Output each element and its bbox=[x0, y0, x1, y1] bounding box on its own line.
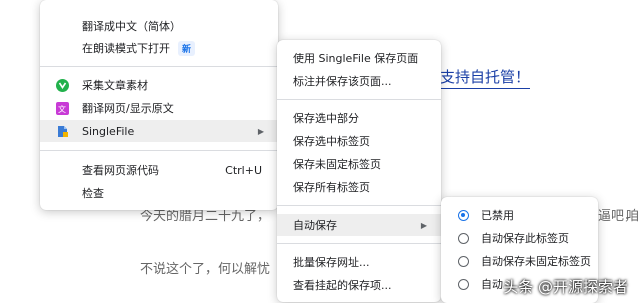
menu-item-save-selection[interactable]: 保存选中部分 bbox=[277, 107, 441, 129]
menu-item-save-unpinned-tabs[interactable]: 保存未固定标签页 bbox=[277, 153, 441, 175]
article-text-fragment: 咱 bbox=[626, 209, 640, 224]
menu-item-label: 采集文章素材 bbox=[82, 79, 148, 92]
menu-item-label: 保存未固定标签页 bbox=[293, 158, 381, 171]
menu-item-translate-page[interactable]: 文 翻译网页/显示原文 bbox=[40, 97, 278, 119]
menu-item-label: 查看网页源代码 bbox=[82, 164, 159, 177]
menu-separator bbox=[40, 66, 278, 67]
menu-item-auto-save[interactable]: 自动保存 ▶ bbox=[277, 214, 441, 236]
menu-item-annotate-save[interactable]: 标注并保存该页面... bbox=[277, 70, 441, 92]
menu-item-label: 自动保存 bbox=[293, 219, 337, 232]
menu-item-batch-save-urls[interactable]: 批量保存网址... bbox=[277, 251, 441, 273]
radio-button[interactable] bbox=[458, 255, 469, 267]
article-collector-icon bbox=[56, 78, 69, 92]
menu-item-label: 翻译网页/显示原文 bbox=[82, 102, 174, 115]
menu-item-translate-to-chinese[interactable]: 翻译成中文（简体） bbox=[40, 15, 278, 37]
menu-item-label: 检查 bbox=[82, 187, 104, 200]
menu-item-singlefile[interactable]: SingleFile ▶ bbox=[40, 120, 278, 142]
menu-item-save-selected-tabs[interactable]: 保存选中标签页 bbox=[277, 130, 441, 152]
radio-option-label: 自动 bbox=[481, 278, 503, 291]
radio-option-label: 已禁用 bbox=[481, 209, 514, 222]
radio-option-label: 自动保存此标签页 bbox=[481, 232, 569, 245]
menu-item-view-source[interactable]: 查看网页源代码 Ctrl+U bbox=[40, 159, 278, 181]
context-menu: 翻译成中文（简体） 在朗读模式下打开 新 采集文章素材 文 翻译网页/显示原文 … bbox=[40, 0, 278, 210]
menu-item-open-reading-mode[interactable]: 在朗读模式下打开 新 bbox=[40, 37, 278, 59]
menu-item-save-page[interactable]: 使用 SingleFile 保存页面 bbox=[277, 47, 441, 69]
menu-item-label: 保存选中部分 bbox=[293, 112, 359, 125]
shortcut-label: Ctrl+U bbox=[225, 163, 262, 177]
menu-separator bbox=[277, 243, 441, 244]
watermark: 头条 @开源探索者 bbox=[503, 278, 628, 296]
menu-item-label: SingleFile bbox=[82, 124, 135, 138]
menu-item-label: 标注并保存该页面... bbox=[293, 75, 392, 88]
menu-item-pending-saves[interactable]: 查看挂起的保存项... bbox=[277, 274, 441, 296]
radio-button[interactable] bbox=[458, 278, 469, 290]
radio-option-disabled[interactable]: 已禁用 bbox=[441, 204, 598, 226]
radio-option-label: 自动保存未固定标签页 bbox=[481, 255, 591, 268]
menu-item-label: 保存选中标签页 bbox=[293, 135, 370, 148]
radio-button[interactable] bbox=[458, 232, 469, 244]
svg-text:文: 文 bbox=[58, 104, 66, 114]
submenu-arrow-icon: ▶ bbox=[257, 126, 264, 136]
menu-separator bbox=[40, 150, 278, 151]
menu-item-inspect[interactable]: 检查 bbox=[40, 182, 278, 204]
menu-item-save-all-tabs[interactable]: 保存所有标签页 bbox=[277, 176, 441, 198]
radio-button[interactable] bbox=[458, 209, 469, 221]
new-badge: 新 bbox=[178, 40, 196, 56]
menu-item-label: 查看挂起的保存项... bbox=[293, 279, 392, 292]
article-text-line: 不说这个了，何以解忧 bbox=[140, 262, 271, 277]
radio-option-auto-save-unpinned[interactable]: 自动保存未固定标签页 bbox=[441, 250, 598, 272]
menu-item-label: 保存所有标签页 bbox=[293, 181, 370, 194]
singlefile-submenu: 使用 SingleFile 保存页面 标注并保存该页面... 保存选中部分 保存… bbox=[277, 40, 441, 302]
radio-option-auto-save-tab[interactable]: 自动保存此标签页 bbox=[441, 227, 598, 249]
article-link[interactable]: 支持自托管！ bbox=[440, 66, 531, 89]
menu-separator bbox=[277, 99, 441, 100]
submenu-arrow-icon: ▶ bbox=[420, 220, 427, 230]
menu-separator bbox=[277, 205, 441, 206]
menu-item-label: 使用 SingleFile 保存页面 bbox=[293, 52, 419, 65]
singlefile-icon bbox=[56, 125, 69, 138]
menu-item-article-collector[interactable]: 采集文章素材 bbox=[40, 74, 278, 96]
menu-item-label: 翻译成中文（简体） bbox=[82, 20, 181, 33]
translate-icon: 文 bbox=[56, 101, 69, 115]
menu-item-label: 批量保存网址... bbox=[293, 256, 370, 269]
menu-item-label: 在朗读模式下打开 bbox=[82, 42, 170, 55]
